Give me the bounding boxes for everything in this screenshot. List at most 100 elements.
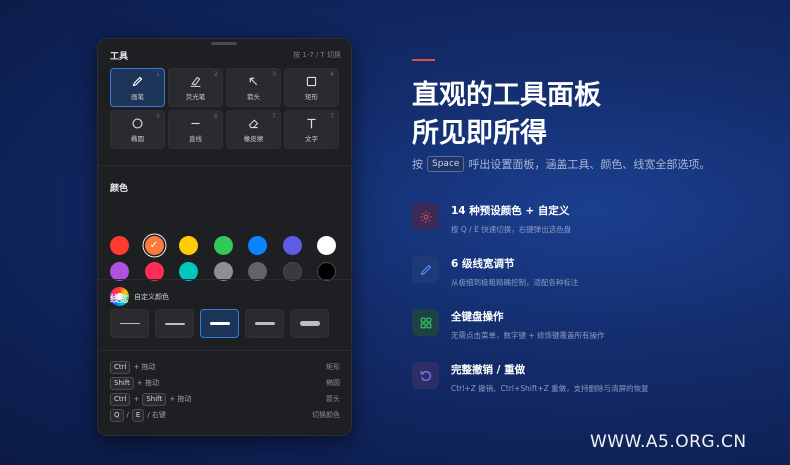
headline-line-2: 所见即所得 xyxy=(412,118,547,149)
tool-shortcut-number: 1 xyxy=(156,71,160,78)
width-option-5[interactable] xyxy=(290,309,329,338)
pen-icon xyxy=(131,74,145,88)
tool-shortcut-number: 4 xyxy=(330,71,334,78)
line-icon xyxy=(189,116,203,130)
tool-shortcut-number: 5 xyxy=(156,113,160,120)
tool-label: 文字 xyxy=(305,135,318,143)
tool-shortcut-number: 3 xyxy=(272,71,276,78)
pen-icon xyxy=(412,256,439,283)
shortcut-list: Ctrl + 拖动 矩形 Shift + 拖动 椭圆 Ctrl + Shift … xyxy=(110,359,340,423)
feature-item: 14 种预设颜色 + 自定义 按 Q / E 快速切换，右键弹出选色盘 xyxy=(412,203,649,256)
width-option-4[interactable] xyxy=(245,309,284,338)
tool-label: 橡皮擦 xyxy=(243,135,264,143)
text-icon xyxy=(305,116,319,130)
key-q: Q xyxy=(110,408,124,422)
tool-highlighter[interactable]: 2 荧光笔 xyxy=(168,68,223,107)
feature-title: 6 级线宽调节 xyxy=(451,258,515,270)
settings-panel: 工具 按 1-7 / T 切换 1 画笔 2 荧光笔 3 箭头 4 矩形 5 椭… xyxy=(97,38,352,436)
tool-shortcut-number: 6 xyxy=(214,113,218,120)
subtitle-prefix: 按 xyxy=(412,158,423,171)
subtitle: 按 Space 呼出设置面板，涵盖工具、颜色、线宽全部选项。 xyxy=(412,156,710,172)
tool-grid: 1 画笔 2 荧光笔 3 箭头 4 矩形 5 椭圆 6 直线 7 橡皮擦 T 文… xyxy=(110,68,340,149)
accent-line xyxy=(412,59,435,61)
ellipse-icon xyxy=(131,116,145,130)
key-ctrl: Ctrl xyxy=(110,392,131,406)
tool-shortcut-number: T xyxy=(330,113,334,120)
headline: 直观的工具面板 所见即所得 xyxy=(412,77,601,153)
tool-label: 椭圆 xyxy=(131,135,144,143)
key-ctrl: Ctrl xyxy=(110,360,131,374)
shortcut-suffix: + 拖动 xyxy=(133,363,156,371)
shortcut-row: Q / E / 右键 切换颜色 xyxy=(110,407,340,423)
divider xyxy=(98,350,351,351)
colors-section-title: 颜色 xyxy=(110,184,129,194)
shortcut-row: Ctrl + 拖动 矩形 xyxy=(110,359,340,375)
tool-shortcut-number: 2 xyxy=(214,71,218,78)
drag-handle[interactable] xyxy=(211,42,237,45)
eraser-icon xyxy=(247,116,261,130)
feature-desc: 无需点击菜单，数字键 + 修饰键覆盖所有操作 xyxy=(451,331,605,340)
key-shift: Shift xyxy=(142,392,167,406)
tool-label: 矩形 xyxy=(305,93,318,101)
space-key: Space xyxy=(427,156,465,172)
custom-color-label: 自定义颜色 xyxy=(134,292,169,301)
width-option-2[interactable] xyxy=(155,309,194,338)
checkmark-icon: ✓ xyxy=(149,240,159,251)
shortcut-suffix: + 拖动 xyxy=(169,395,192,403)
tool-ellipse[interactable]: 5 椭圆 xyxy=(110,110,165,149)
plus-sign: + xyxy=(133,395,140,403)
highlighter-icon xyxy=(189,74,203,88)
shortcut-suffix: / 右键 xyxy=(147,411,166,419)
feature-desc: 按 Q / E 快速切换，右键弹出选色盘 xyxy=(451,225,572,234)
color-swatch[interactable] xyxy=(110,236,129,255)
shortcut-action: 切换颜色 xyxy=(312,411,340,419)
headline-line-1: 直观的工具面板 xyxy=(412,80,601,111)
tools-section-title: 工具 xyxy=(110,52,129,62)
grid-icon xyxy=(412,309,439,336)
tool-text[interactable]: T 文字 xyxy=(284,110,339,149)
feature-list: 14 种预设颜色 + 自定义 按 Q / E 快速切换，右键弹出选色盘 6 级线… xyxy=(412,203,649,415)
tool-pen[interactable]: 1 画笔 xyxy=(110,68,165,107)
color-swatch[interactable] xyxy=(317,236,336,255)
palette-icon xyxy=(412,203,439,230)
watermark: WWW.A5.ORG.CN xyxy=(590,432,747,452)
feature-desc: Ctrl+Z 撤销、Ctrl+Shift+Z 重做，支持删除与清屏的恢复 xyxy=(451,384,649,393)
shortcut-action: 箭头 xyxy=(326,395,340,403)
tool-eraser[interactable]: 7 橡皮擦 xyxy=(226,110,281,149)
shortcut-action: 椭圆 xyxy=(326,379,340,387)
color-swatch[interactable] xyxy=(248,236,267,255)
divider xyxy=(98,279,351,280)
line-width-options xyxy=(110,309,329,338)
feature-title: 14 种预设颜色 + 自定义 xyxy=(451,205,570,217)
subtitle-suffix: 呼出设置面板，涵盖工具、颜色、线宽全部选项。 xyxy=(468,158,711,171)
shortcut-row: Ctrl + Shift + 拖动 箭头 xyxy=(110,391,340,407)
feature-title: 全键盘操作 xyxy=(451,311,504,323)
feature-item: 完整撤销 / 重做 Ctrl+Z 撤销、Ctrl+Shift+Z 重做，支持删除… xyxy=(412,362,649,415)
color-swatch[interactable] xyxy=(282,236,302,255)
feature-item: 全键盘操作 无需点击菜单，数字键 + 修饰键覆盖所有操作 xyxy=(412,309,649,362)
color-swatch[interactable] xyxy=(213,236,233,255)
color-swatches: ✓ xyxy=(110,236,340,282)
tools-hint: 按 1-7 / T 切换 xyxy=(293,51,341,59)
tool-arrow[interactable]: 3 箭头 xyxy=(226,68,281,107)
tool-rectangle[interactable]: 4 矩形 xyxy=(284,68,339,107)
color-swatch[interactable]: ✓ xyxy=(144,236,164,255)
key-shift: Shift xyxy=(110,376,134,390)
arrow-icon xyxy=(247,74,261,88)
undo-icon xyxy=(412,362,439,389)
tool-label: 画笔 xyxy=(131,93,144,101)
feature-title: 完整撤销 / 重做 xyxy=(451,364,526,376)
color-swatch[interactable] xyxy=(179,236,198,255)
key-e: E xyxy=(131,408,145,422)
tool-label: 直线 xyxy=(189,135,202,143)
width-option-3[interactable] xyxy=(200,309,239,338)
width-option-1[interactable] xyxy=(110,309,149,338)
feature-item: 6 级线宽调节 从极细到极粗精确控制，适配各种标注 xyxy=(412,256,649,309)
tool-label: 箭头 xyxy=(247,93,260,101)
width-section-title: 线宽 xyxy=(110,295,129,305)
shortcut-suffix: + 拖动 xyxy=(136,379,160,387)
tool-label: 荧光笔 xyxy=(185,93,206,101)
tool-line[interactable]: 6 直线 xyxy=(168,110,223,149)
divider xyxy=(98,165,351,166)
feature-desc: 从极细到极粗精确控制，适配各种标注 xyxy=(451,278,579,287)
